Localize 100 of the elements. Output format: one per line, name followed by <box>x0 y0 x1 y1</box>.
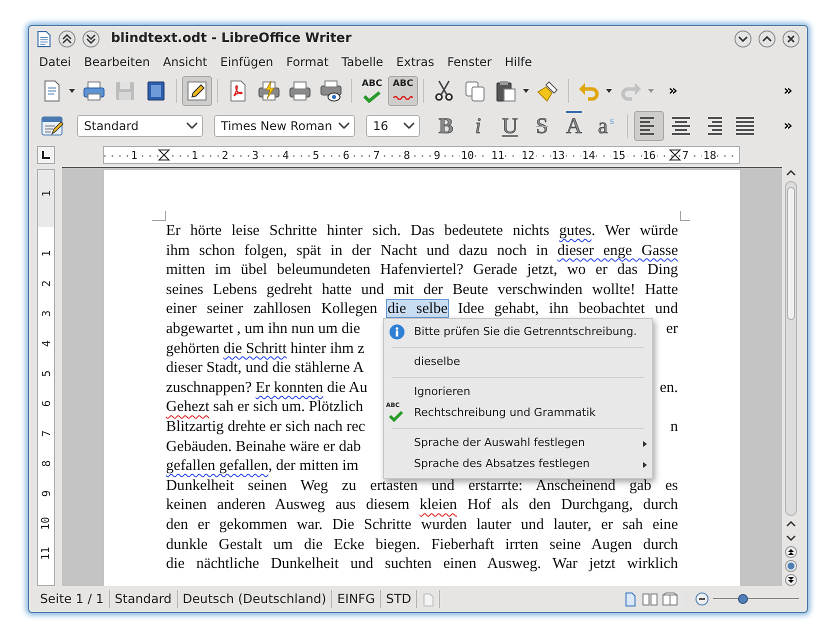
paragraph-style-combo[interactable]: Standard <box>77 115 203 137</box>
document-text-line: die nächtliche Dunkelheit und suchten einen Ausweg. War jetzt wirklich <box>166 554 678 574</box>
double-triangle-up-icon <box>785 546 797 558</box>
document-text-line: dunkle Gestalt um die Ecke biegen. Fieberhaft irrten seine Augen durch <box>166 534 678 554</box>
menu-item[interactable]: Ignorieren <box>384 382 652 403</box>
copy-icon <box>463 79 487 103</box>
minimize-button[interactable] <box>733 28 753 48</box>
menu-item[interactable]: Datei <box>39 52 72 72</box>
spellcheck-icon <box>363 91 381 103</box>
document-text: en. <box>660 378 678 398</box>
edit-mode-button[interactable] <box>182 76 212 106</box>
overline-button[interactable]: A <box>559 111 589 141</box>
menu-item[interactable]: Extras <box>396 52 434 72</box>
zoom-slider[interactable] <box>713 592 799 606</box>
ruler-number: 11 <box>490 148 506 162</box>
info-icon <box>389 324 405 340</box>
two-page-view-icon <box>642 592 658 606</box>
styles-icon <box>40 114 64 138</box>
toolbar-overflow-button[interactable]: » <box>773 76 803 106</box>
menu-item[interactable]: Bearbeiten <box>84 52 150 72</box>
margin-corner-mark <box>680 211 690 221</box>
document-text: Gebäuden. Beinahe wäre er dab <box>166 436 361 456</box>
ruler-number: 18 <box>702 148 718 162</box>
document-text-line: den er gekommen war. Die Schritte wurden lauter und lauter, er sah eine <box>166 514 678 534</box>
chevron-down-icon <box>186 122 198 130</box>
keep-below-button[interactable] <box>81 28 101 48</box>
ruler-number: 16 <box>642 148 657 162</box>
submenu-arrow-icon <box>643 462 647 468</box>
ruler-number: 2 <box>220 148 230 162</box>
align-left-button[interactable] <box>634 111 664 141</box>
document-text: er <box>666 318 678 339</box>
font-size-combo[interactable]: 16 <box>366 115 420 137</box>
next-page-button[interactable] <box>785 574 797 586</box>
double-chevron-up-icon <box>57 28 77 48</box>
superscript-button[interactable]: a$^{s}$ <box>591 111 621 141</box>
view-layout-button[interactable] <box>642 592 658 606</box>
ruler-number: 10 <box>40 516 52 530</box>
navigator-button[interactable] <box>785 560 797 572</box>
paintbrush-icon <box>536 79 560 103</box>
ruler-number: 7 <box>40 430 52 436</box>
clipboard-icon <box>494 79 518 103</box>
menu-item[interactable]: Tabelle <box>342 52 384 72</box>
scrollbar-thumb[interactable] <box>787 187 795 320</box>
ruler-number: 5 <box>40 370 52 376</box>
double-chevron-down-icon <box>81 28 101 48</box>
maximize-button[interactable] <box>757 28 777 48</box>
suggestion-menu-item[interactable]: dieselbe <box>384 352 652 373</box>
checkmark-icon <box>389 410 403 422</box>
tab-stop-icon <box>41 150 51 160</box>
document-text-line: seines Lebens gedreht hatte und mit der Beute verschwinden wollte! Hatte <box>166 280 678 300</box>
insert-mode[interactable]: EINFG <box>332 590 382 608</box>
zoom-slider-thumb[interactable] <box>738 594 748 604</box>
chevron-down-icon <box>403 122 415 130</box>
ruler-number: 15 <box>611 148 627 162</box>
previous-page-button[interactable] <box>785 546 797 558</box>
font-name-combo[interactable]: Times New Roman <box>214 115 355 137</box>
tab-stop-button[interactable] <box>37 146 55 164</box>
submenu-item[interactable]: Sprache des Absatzes festlegen <box>384 454 652 475</box>
strikethrough-button[interactable]: S <box>527 111 557 141</box>
zoom-out-button[interactable] <box>695 592 709 606</box>
chevron-down-icon <box>338 122 350 130</box>
circle-icon <box>785 560 797 572</box>
ruler-number: 13 <box>550 148 566 162</box>
more-tools-button[interactable]: » <box>658 76 688 106</box>
align-justify-icon <box>733 114 757 138</box>
chevron-up-icon <box>757 28 777 48</box>
close-icon <box>781 28 801 48</box>
ruler-number: 6 <box>40 400 52 406</box>
document-text-line: einer seiner zahllosen Kollegen die selbe Idee gehabt, ihn beobachtet und <box>166 299 678 319</box>
auto-spellcheck-button[interactable]: ABC <box>388 76 418 106</box>
close-button[interactable] <box>781 28 801 48</box>
document-text: gefallen gefallen, der mitten im <box>166 456 358 476</box>
document-icon <box>422 592 434 607</box>
document-text-line: Er hörte leise Schritte hinter sich. Das bedeutete nichts gutes. Wer würde <box>166 221 678 241</box>
selection-mode[interactable]: STD <box>381 590 418 608</box>
ruler-number: 3 <box>40 310 52 316</box>
spellcheck-button[interactable]: ABC <box>357 76 387 106</box>
submenu-arrow-icon <box>643 441 647 447</box>
document-text: n <box>670 416 678 437</box>
document-text: Blitzartig drehte er sich nach rec <box>166 416 366 437</box>
printer-icon <box>288 79 312 103</box>
menu-item[interactable]: Format <box>286 52 329 72</box>
submenu-item[interactable]: Sprache der Auswahl festlegen <box>384 433 652 454</box>
align-center-icon <box>669 114 693 138</box>
page-style[interactable]: Standard <box>110 590 178 608</box>
menu-item[interactable]: Hilfe <box>504 52 532 72</box>
view-layout-button[interactable] <box>662 592 678 606</box>
ruler-number: 6 <box>342 148 351 162</box>
menu-item[interactable]: Fenster <box>447 52 492 72</box>
caret-icon <box>523 89 529 93</box>
ruler-number: 11 <box>40 546 52 560</box>
language[interactable]: Deutsch (Deutschland) <box>178 590 332 608</box>
formatting-overflow-button[interactable]: » <box>773 111 803 141</box>
page-number: Seite 1 / 1 <box>35 590 110 608</box>
keep-above-button[interactable] <box>57 28 77 48</box>
menu-item[interactable]: Einfügen <box>220 52 274 72</box>
menu-item[interactable]: Ansicht <box>162 52 208 72</box>
document-text: Gehezt sah er sich um. Plötzlich <box>166 397 364 417</box>
ruler-number: 4 <box>281 148 290 162</box>
chevron-down-icon <box>733 28 753 48</box>
